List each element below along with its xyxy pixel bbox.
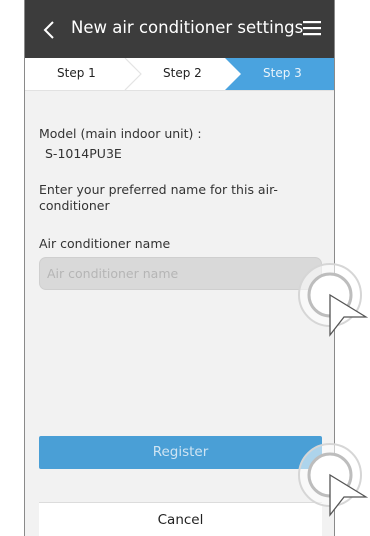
model-value: S-1014PU3E [45, 146, 122, 161]
name-field-label: Air conditioner name [39, 236, 171, 251]
name-input-placeholder: Air conditioner name [47, 266, 179, 281]
page-title: New air conditioner settings [71, 18, 304, 37]
step-indicator: Step 1 Step 2 Step 3 [25, 58, 334, 91]
model-label: Model (main indoor unit) : [39, 126, 202, 141]
register-button[interactable]: Register [39, 436, 322, 469]
chevron-left-icon[interactable] [39, 15, 61, 45]
tap-pointer-icon [298, 263, 368, 337]
tap-pointer-icon [298, 443, 368, 517]
name-prompt: Enter your preferred name for this air-c… [39, 182, 278, 213]
hamburger-menu-icon[interactable] [302, 20, 322, 36]
phone-screen: New air conditioner settings Step 1 Step… [24, 0, 335, 536]
air-conditioner-name-input[interactable]: Air conditioner name [39, 257, 322, 290]
cancel-button[interactable]: Cancel [39, 502, 322, 536]
step-2: Step 2 [163, 66, 202, 80]
step-1: Step 1 [57, 66, 96, 80]
step-3: Step 3 [263, 66, 302, 80]
title-bar: New air conditioner settings [25, 0, 334, 58]
